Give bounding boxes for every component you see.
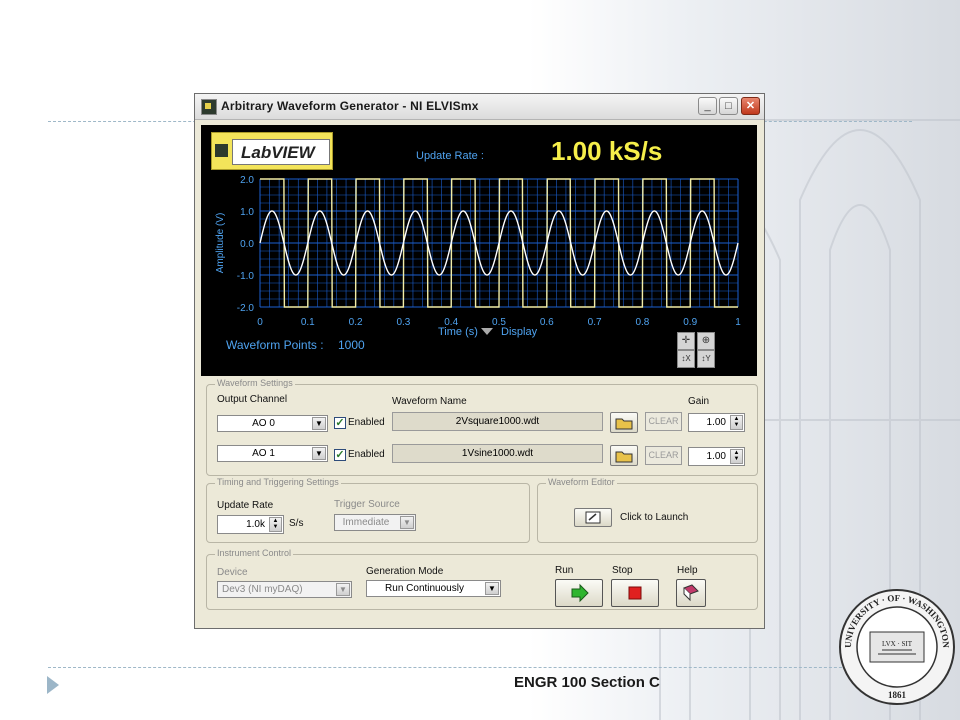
device-select: Dev3 (NI myDAQ) ▼ — [217, 581, 352, 598]
enabled-label-ao1: Enabled — [348, 449, 385, 460]
chevron-down-icon: ▼ — [312, 447, 326, 460]
waveform-editor-group: Waveform Editor Click to Launch — [537, 477, 758, 543]
chevron-down-icon: ▼ — [485, 582, 499, 595]
spinner-icon: ▲ ▼ — [269, 517, 282, 532]
y-tick-label: 1.0 — [240, 207, 254, 218]
y-axis-label: Amplitude (V) — [215, 213, 226, 274]
trigger-source-select: Immediate ▼ — [334, 514, 416, 531]
timing-settings-group: Timing and Triggering Settings Update Ra… — [206, 477, 530, 543]
x-tick-label: 0 — [257, 317, 263, 328]
run-arrow-icon — [571, 583, 589, 603]
app-icon — [201, 99, 217, 115]
x-tick-label: 0.8 — [635, 317, 649, 328]
clear-button-ao0[interactable]: CLEAR — [645, 412, 682, 431]
update-rate-label: Update Rate : — [416, 150, 484, 162]
footer-text: ENGR 100 Section C — [514, 674, 660, 691]
logo-text: LabVIEW — [241, 143, 315, 162]
y-scale-icon[interactable]: ↕Y — [697, 350, 715, 368]
generation-mode-label: Generation Mode — [366, 566, 444, 577]
y-tick-label: -2.0 — [237, 303, 255, 314]
y-tick-label: -1.0 — [237, 271, 255, 282]
y-tick-label: 2.0 — [240, 175, 254, 186]
waveform-points-label: Waveform Points : — [226, 338, 324, 352]
chevron-down-icon: ▼ — [400, 516, 414, 529]
waveform-points-value: 1000 — [338, 338, 365, 352]
stop-button[interactable] — [611, 579, 659, 607]
bottom-divider — [48, 667, 912, 668]
y-tick-label: 0.0 — [240, 239, 254, 250]
update-rate-input[interactable]: 1.0k ▲ ▼ — [217, 515, 284, 534]
display-menu[interactable]: Display — [501, 326, 537, 338]
stop-square-icon — [628, 586, 642, 600]
editor-icon — [585, 511, 601, 524]
channel-select-ao1[interactable]: AO 1 ▼ — [217, 445, 328, 462]
seal-year: 1861 — [888, 690, 907, 700]
waveform-editor-title: Waveform Editor — [546, 477, 617, 487]
waveform-display-panel: LabVIEW Update Rate : 1.00 kS/s 2.0 1.0 0.… — [201, 125, 757, 376]
enabled-checkbox-ao1[interactable]: ✓ — [334, 449, 346, 461]
help-label: Help — [677, 565, 698, 576]
help-button[interactable] — [676, 579, 706, 607]
chevron-down-icon: ▼ — [312, 417, 326, 430]
x-tick-label: 0.1 — [301, 317, 315, 328]
folder-icon — [615, 418, 633, 430]
folder-icon — [615, 451, 633, 463]
zoom-tool-icon[interactable]: ⊕ — [697, 332, 715, 350]
gain-input-ao1[interactable]: 1.00 ▲ ▼ — [688, 447, 745, 466]
display-dropdown-icon[interactable] — [481, 328, 493, 335]
gain-input-ao0[interactable]: 1.00 ▲ ▼ — [688, 413, 745, 432]
x-scale-icon[interactable]: ↕X — [677, 350, 695, 368]
output-channel-label: Output Channel — [217, 394, 288, 405]
waveform-generator-window: Arbitrary Waveform Generator - NI ELVISm… — [194, 93, 765, 629]
stop-label: Stop — [612, 565, 633, 576]
trigger-source-label: Trigger Source — [334, 499, 400, 510]
enabled-checkbox-ao0[interactable]: ✓ — [334, 417, 346, 429]
waveform-settings-group: Waveform Settings Output Channel Wavefor… — [206, 378, 758, 476]
waveform-name-label: Waveform Name — [392, 396, 467, 407]
help-book-icon — [683, 584, 699, 602]
waveform-file-ao0[interactable]: 2Vsquare1000.wdt — [392, 412, 603, 431]
browse-folder-button-ao0[interactable] — [610, 412, 638, 433]
spinner-icon: ▲ ▼ — [730, 449, 743, 464]
window-title: Arbitrary Waveform Generator - NI ELVISm… — [221, 99, 479, 113]
update-rate-field-label: Update Rate — [217, 500, 274, 511]
x-tick-label: 0.9 — [683, 317, 697, 328]
chevron-down-icon: ▼ — [336, 583, 350, 596]
x-tick-label: 1 — [735, 317, 741, 328]
cursor-tool-icon[interactable]: ✛ — [677, 332, 695, 350]
seal-banner: LVX · SIT — [882, 640, 913, 648]
click-to-launch-label: Click to Launch — [620, 512, 689, 523]
instrument-control-title: Instrument Control — [215, 548, 294, 558]
minimize-button[interactable]: _ — [698, 97, 717, 115]
update-rate-unit: S/s — [289, 518, 304, 529]
x-tick-label: 0.3 — [396, 317, 410, 328]
waveform-settings-title: Waveform Settings — [215, 378, 295, 388]
title-bar[interactable]: Arbitrary Waveform Generator - NI ELVISm… — [195, 94, 764, 120]
channel-select-ao0[interactable]: AO 0 ▼ — [217, 415, 328, 432]
maximize-button[interactable]: □ — [719, 97, 738, 115]
instrument-control-group: Instrument Control Device Dev3 (NI myDAQ… — [206, 548, 758, 610]
x-axis-label: Time (s) — [438, 326, 478, 338]
launch-editor-button[interactable] — [574, 508, 612, 527]
university-seal-logo: UNIVERSITY · OF · WASHINGTON 1861 LVX · … — [839, 589, 955, 705]
bullet-arrow-icon — [47, 676, 59, 694]
spinner-icon: ▲ ▼ — [730, 415, 743, 430]
generation-mode-select[interactable]: Run Continuously ▼ — [366, 580, 501, 597]
labview-logo: LabVIEW — [211, 132, 333, 170]
run-button[interactable] — [555, 579, 603, 607]
clear-button-ao1[interactable]: CLEAR — [645, 446, 682, 465]
run-label: Run — [555, 565, 574, 576]
device-label: Device — [217, 567, 248, 578]
timing-settings-title: Timing and Triggering Settings — [215, 477, 341, 487]
x-tick-label: 0.2 — [349, 317, 363, 328]
close-button[interactable]: ✕ — [741, 97, 760, 115]
waveform-file-ao1[interactable]: 1Vsine1000.wdt — [392, 444, 603, 463]
waveform-graph[interactable]: 2.01.00.0-1.0-2.00 0.1 0.2 0.3 0.4 0.5 0.6 0.7 0… — [201, 175, 757, 345]
x-tick-label: 0.7 — [588, 317, 602, 328]
x-tick-label: 0.6 — [540, 317, 554, 328]
browse-folder-button-ao1[interactable] — [610, 445, 638, 466]
update-rate-value: 1.00 kS/s — [551, 136, 663, 166]
gain-label: Gain — [688, 396, 710, 407]
enabled-label-ao0: Enabled — [348, 417, 385, 428]
